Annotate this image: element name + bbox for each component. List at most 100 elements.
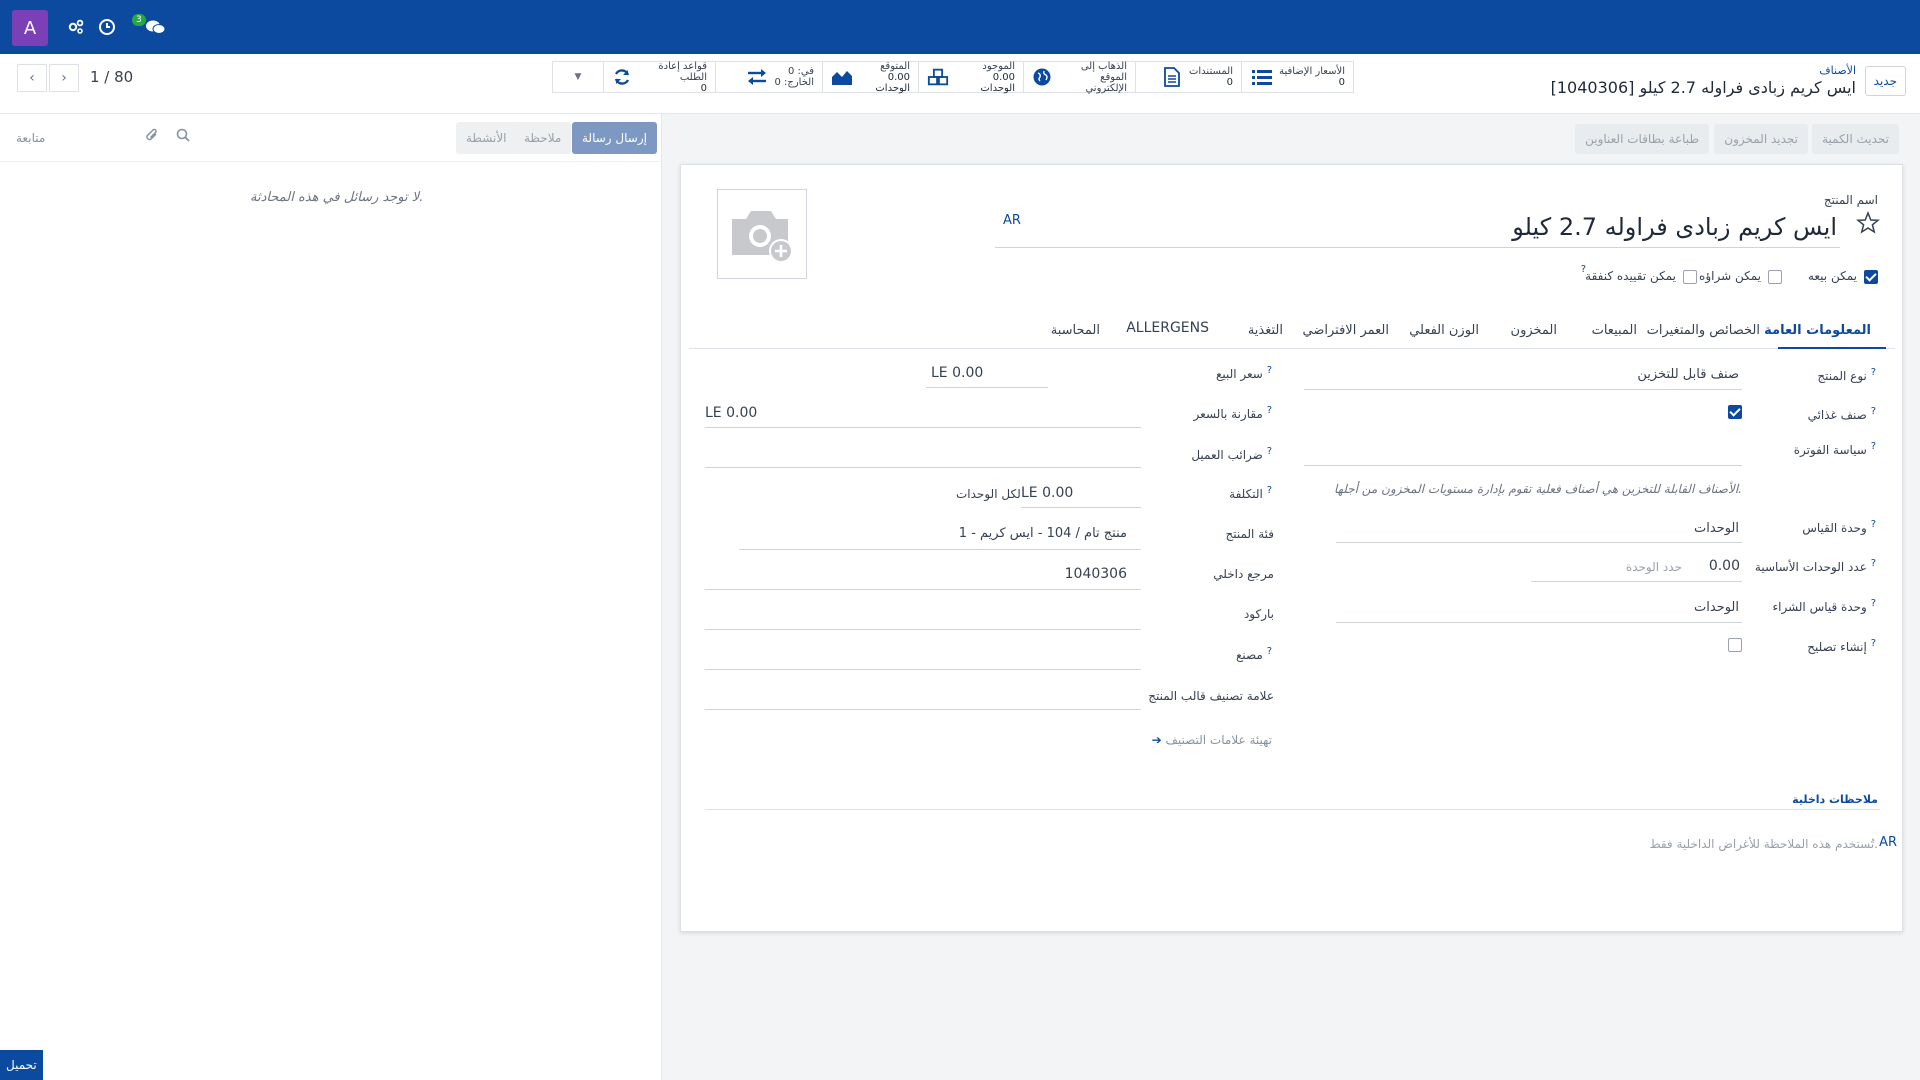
unit-limit-input[interactable]: حدد الوحدة [1626,560,1682,574]
help-icon[interactable]: ? [1267,405,1272,416]
invoice-policy-field[interactable] [1304,465,1742,466]
category-label: فئة المنتج [1225,527,1274,541]
breadcrumb-parent[interactable]: الأصناف [1819,64,1856,77]
template-tag-input[interactable] [705,709,1141,710]
forecasted-button[interactable]: المتوقع 0.00 الوحدات [822,60,918,94]
active-tab-indicator [1778,347,1886,349]
smart-button-value: 0 [1338,77,1345,88]
factory-input[interactable] [705,669,1141,670]
help-icon[interactable]: ? [1267,485,1272,496]
can-be-purchased-checkbox[interactable] [1768,270,1782,284]
exchange-icon [746,66,768,88]
purchase-uom-label: وحدة قياس الشراء ? [1772,598,1876,614]
breadcrumb-title: [1040306] ايس كريم زبادى فراوله 2.7 كيلو [1550,78,1856,97]
chat-icon[interactable] [143,15,167,39]
help-icon[interactable]: ? [1871,519,1876,530]
can-be-sold-checkbox[interactable] [1864,270,1878,284]
documents-button[interactable]: المستندات 0 [1135,62,1241,92]
help-icon[interactable]: ? [1871,638,1876,649]
chatter-panel: إرسال رسالة ملاحظة الأنشطة متابعة لا توج… [0,114,662,1080]
send-message-button[interactable]: إرسال رسالة [572,122,657,154]
replenish-button[interactable]: تجديد المخزون [1714,124,1808,154]
translate-notes-button[interactable]: AR [1879,835,1897,850]
barcode-input[interactable] [705,629,1141,630]
tab-attributes-variants[interactable]: الخصائص والمتغيرات [1647,323,1760,338]
tab-accounting[interactable]: المحاسبة [1051,323,1100,338]
activities-button[interactable]: الأنشطة [456,122,517,154]
tab-shelf-life[interactable]: العمر الافتراضي [1303,323,1390,338]
tab-sales[interactable]: المبيعات [1592,323,1637,338]
product-type-label: نوع المنتج ? [1817,367,1876,383]
product-image[interactable] [717,189,807,279]
help-icon[interactable]: ? [1871,406,1876,417]
food-item-checkbox[interactable] [1728,405,1742,419]
tab-general-information[interactable]: المعلومات العامة [1764,323,1871,338]
help-icon[interactable]: ? [1267,365,1272,376]
settings-cog-icon[interactable] [64,15,88,39]
internal-notes-divider [705,809,1880,810]
paperclip-icon[interactable] [145,127,159,147]
purchase-uom-select[interactable]: الوحدات [1694,600,1739,615]
internal-notes-title: ملاحظات داخلية [1792,793,1878,806]
configure-tags-link[interactable]: ➔ تهيئة علامات التصنيف [1152,733,1272,747]
internal-notes-input[interactable]: تُستخدم هذه الملاحظة للأغراض الداخلية فق… [1649,837,1878,851]
upload-button[interactable]: تحميل [0,1050,43,1080]
on-hand-button[interactable]: الموجود 0.00 الوحدات [918,61,1023,94]
smart-button-value: 0 [1226,77,1233,88]
follow-button[interactable]: متابعة [16,131,45,145]
product-type-select[interactable]: صنف قابل للتخزين [1637,367,1739,382]
smart-buttons: ▼ قواعد إعادة الطلب 0 في: 0 الخارج: 0 المت… [552,60,1354,94]
notebook-tabs: المعلومات العامة الخصائص والمتغيرات المب… [689,315,1895,349]
app-avatar[interactable]: A [12,10,48,46]
tab-allergens[interactable]: ALLERGENS [1126,320,1209,336]
update-quantity-button[interactable]: تحديث الكمية [1812,124,1899,154]
product-name-input[interactable]: ايس كريم زبادى فراوله 2.7 كيلو [1512,213,1837,241]
smart-button-label: الأسعار الإضافية [1279,66,1345,77]
base-units-input[interactable]: 0.00 [1709,558,1740,574]
smart-button-label: الخارج: 0 [774,77,814,88]
pager-value[interactable]: 1 / 80 [90,68,133,86]
help-icon[interactable]: ? [1267,446,1272,457]
help-icon[interactable]: ? [1871,558,1876,569]
reorder-rules-button[interactable]: قواعد إعادة الطلب 0 [603,61,715,94]
caret-down-icon: ▼ [574,72,582,82]
help-icon[interactable]: ? [1581,264,1586,275]
tab-nutrition[interactable]: التغذية [1248,323,1283,338]
smart-button-value: 0.00 الوحدات [980,71,1015,94]
tab-actual-weight[interactable]: الوزن الفعلي [1409,323,1479,338]
food-item-label: صنف غذائي ? [1807,406,1876,422]
customer-taxes-field[interactable] [705,467,1141,468]
pager-previous-button[interactable]: ‹ [17,64,47,92]
create-repair-checkbox[interactable] [1728,638,1742,652]
list-icon [1251,66,1273,88]
cost-input[interactable]: LE 0.00 [1021,485,1073,501]
can-be-expensed-checkbox[interactable] [1683,270,1697,284]
new-button[interactable]: جديد [1864,66,1906,96]
clock-icon[interactable] [95,15,119,39]
tab-inventory[interactable]: المخزون [1511,323,1557,338]
uom-select[interactable]: الوحدات [1694,521,1739,536]
search-icon[interactable] [176,128,190,146]
field-underline [1531,581,1742,582]
create-repair-label: إنشاء تصليح ? [1807,638,1876,654]
compare-price-input[interactable]: LE 0.00 [705,405,757,421]
extra-prices-button[interactable]: الأسعار الإضافية 0 [1241,62,1353,92]
pager-next-button[interactable]: › [49,64,79,92]
help-icon[interactable]: ? [1871,441,1876,452]
help-icon[interactable]: ? [1267,646,1272,657]
category-select[interactable]: 1 - منتج تام / 104 - ايس كريم [959,526,1127,541]
help-icon[interactable]: ? [1871,598,1876,609]
log-note-button[interactable]: ملاحظة [514,122,572,154]
help-icon[interactable]: ? [1871,367,1876,378]
print-labels-button[interactable]: طباعة بطاقات العناوين [1575,124,1709,154]
smart-button-label: المتوقع [880,60,910,72]
internal-reference-input[interactable]: 1040306 [1065,566,1127,582]
translate-language-button[interactable]: AR [1003,213,1021,228]
more-smart-buttons[interactable]: ▼ [553,62,603,92]
go-to-website-button[interactable]: الذهاب إلى الموقع الإلكتروني [1023,61,1135,94]
factory-label: مصنع ? [1236,646,1272,662]
in-out-button[interactable]: في: 0 الخارج: 0 [715,62,822,92]
sales-price-input[interactable]: LE 0.00 [931,365,983,381]
product-name-underline [995,247,1840,248]
favorite-star-icon[interactable] [1855,210,1881,239]
